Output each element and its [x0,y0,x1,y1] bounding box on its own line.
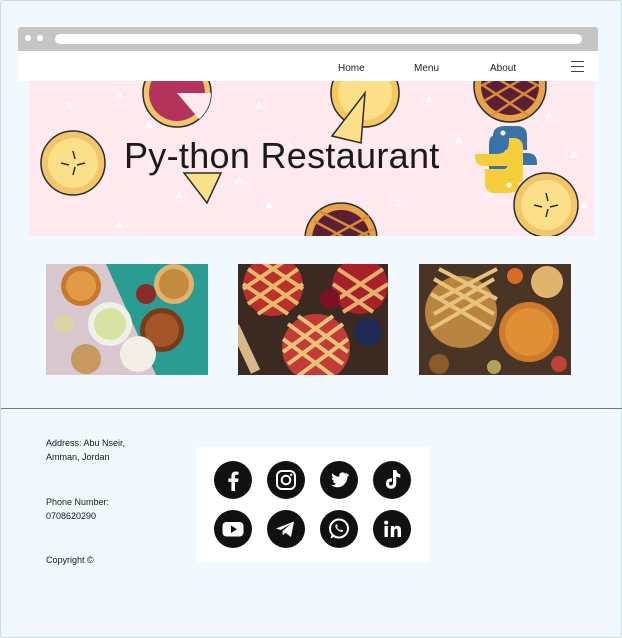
social-links-panel [196,447,429,563]
browser-mockup-frame: Home Menu About Py-thon Restaurant Addre… [0,0,622,638]
facebook-icon[interactable] [214,461,252,499]
whatsapp-icon[interactable] [320,510,358,548]
youtube-icon[interactable] [214,510,252,548]
address-text: Address: Abu Nseir, Amman, Jordan [46,438,126,462]
browser-toolbar [18,27,598,51]
telegram-icon[interactable] [267,510,305,548]
hero-banner: Py-thon Restaurant [29,81,594,236]
phone-text: Phone Number: 0708620290 [46,497,110,521]
pies-on-table-photo [46,264,208,375]
nav-link-about[interactable]: About [490,63,516,74]
twitter-icon[interactable] [320,461,358,499]
hero-title: Py-thon Restaurant [124,135,440,176]
address-bar[interactable] [55,34,582,44]
nav-link-menu[interactable]: Menu [414,63,439,74]
top-navigation: Home Menu About [18,51,598,81]
nav-link-home[interactable]: Home [338,63,365,74]
hamburger-icon[interactable] [571,61,584,73]
copyright-text: Copyright © [46,555,94,565]
linkedin-icon[interactable] [373,510,411,548]
window-dot [25,35,31,41]
window-dot [37,35,43,41]
pumpkin-pies-photo [419,264,571,375]
section-divider [1,408,622,409]
tiktok-icon[interactable] [373,461,411,499]
instagram-icon[interactable] [267,461,305,499]
lattice-pies-photo [238,264,388,375]
